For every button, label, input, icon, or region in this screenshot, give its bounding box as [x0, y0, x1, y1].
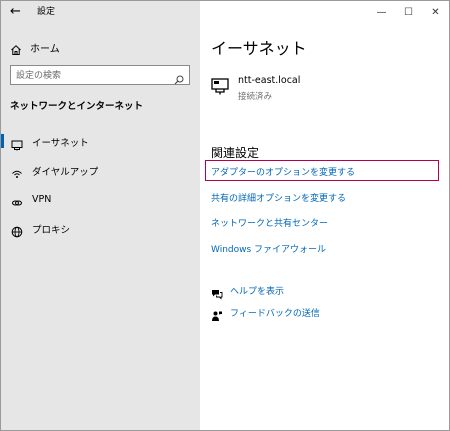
sidebar-item-label: イーサネット: [32, 137, 89, 149]
related-settings-title: 関連設定: [211, 146, 260, 160]
globe-icon: [11, 223, 23, 237]
main-content: — ☐ ✕ イーサネット ntt-east.local 接続済み 関連設定 アダ…: [200, 1, 449, 430]
maximize-icon[interactable]: ☐: [395, 1, 422, 23]
search-input[interactable]: [16, 69, 166, 82]
help-chat-icon: [211, 285, 223, 300]
dialup-icon: [11, 165, 23, 178]
section-title: ネットワークとインターネット: [10, 101, 144, 112]
feedback-icon: [211, 307, 223, 321]
back-arrow-icon[interactable]: ←: [10, 5, 21, 19]
title-bar: ← 設定: [1, 1, 200, 27]
app-title: 設定: [37, 7, 56, 17]
sidebar-item-label: ダイヤルアップ: [32, 166, 99, 178]
sidebar-item-vpn[interactable]: VPN: [1, 185, 200, 214]
get-help-label: ヘルプを表示: [230, 287, 285, 297]
minimize-icon[interactable]: —: [368, 1, 395, 23]
search-box[interactable]: [10, 65, 190, 85]
send-feedback-label: フィードバックの送信: [230, 309, 320, 319]
sidebar: ← 設定 ホーム ネットワークとインターネット イーサネット: [1, 1, 200, 430]
settings-window: ← 設定 ホーム ネットワークとインターネット イーサネット: [0, 0, 450, 431]
get-help-link[interactable]: ヘルプを表示: [211, 284, 285, 300]
sidebar-item-dialup[interactable]: ダイヤルアップ: [1, 156, 200, 185]
vpn-icon: [11, 194, 23, 206]
home-link[interactable]: ホーム: [10, 39, 60, 55]
window-controls: — ☐ ✕: [368, 1, 449, 23]
change-adapter-options-link[interactable]: アダプターのオプションを変更する: [211, 165, 355, 178]
close-icon[interactable]: ✕: [422, 1, 449, 23]
windows-firewall-link[interactable]: Windows ファイアウォール: [211, 242, 326, 255]
sidebar-item-label: VPN: [32, 194, 52, 205]
page-title: イーサネット: [211, 39, 307, 58]
sidebar-item-ethernet[interactable]: イーサネット: [1, 127, 200, 156]
send-feedback-link[interactable]: フィードバックの送信: [211, 306, 320, 321]
home-label: ホーム: [30, 43, 60, 55]
sidebar-item-proxy[interactable]: プロキシ: [1, 214, 200, 243]
network-adapter-icon: [211, 77, 229, 95]
network-status: 接続済み: [238, 92, 273, 102]
ethernet-icon: [11, 136, 23, 150]
sidebar-nav: イーサネット ダイヤルアップ VPN プロキシ: [1, 127, 200, 243]
search-icon[interactable]: [174, 70, 184, 85]
network-name: ntt-east.local: [238, 75, 301, 86]
advanced-sharing-link[interactable]: 共有の詳細オプションを変更する: [211, 191, 346, 204]
sidebar-item-label: プロキシ: [32, 224, 71, 236]
network-sharing-center-link[interactable]: ネットワークと共有センター: [211, 216, 328, 229]
home-icon: [10, 41, 22, 55]
